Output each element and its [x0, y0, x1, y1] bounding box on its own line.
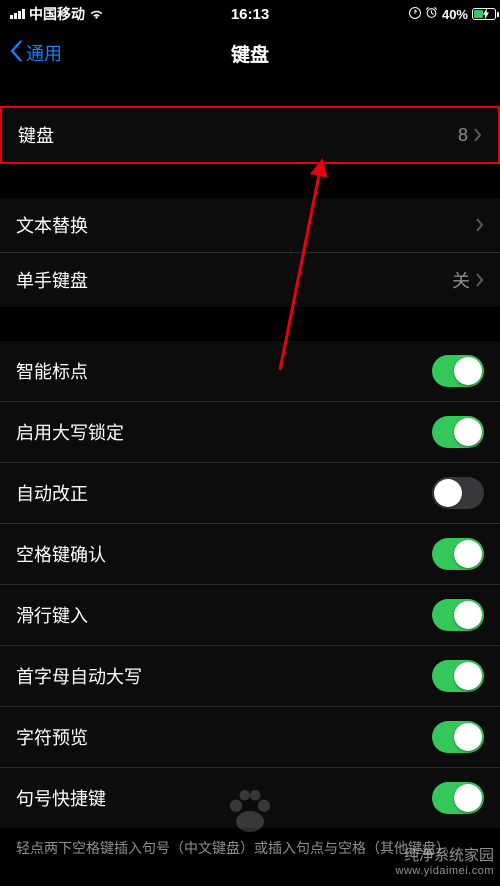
row-toggle: 智能标点 [0, 341, 500, 402]
watermark-line2: www.yidaimei.com [396, 865, 494, 878]
toggle-switch[interactable] [432, 416, 484, 448]
chevron-left-icon [10, 40, 24, 67]
wifi-icon [89, 8, 104, 20]
back-label: 通用 [26, 40, 62, 66]
row-toggle: 自动改正 [0, 463, 500, 524]
chevron-right-icon [474, 128, 482, 142]
cellular-signal-icon [10, 9, 25, 19]
toggle-switch[interactable] [432, 599, 484, 631]
toggle-switch[interactable] [432, 721, 484, 753]
chevron-right-icon [476, 218, 484, 232]
row-label: 空格键确认 [16, 541, 432, 567]
row-value: 关 [452, 267, 470, 293]
chevron-right-icon [476, 273, 484, 287]
group-text: 文本替换 单手键盘 关 [0, 198, 500, 307]
row-keyboards[interactable]: 键盘 8 [2, 108, 498, 162]
row-label: 自动改正 [16, 480, 432, 506]
row-one-handed-keyboard[interactable]: 单手键盘 关 [0, 253, 500, 307]
row-label: 单手键盘 [16, 267, 452, 293]
toggle-switch[interactable] [432, 660, 484, 692]
row-toggle: 字符预览 [0, 707, 500, 768]
row-label: 启用大写锁定 [16, 419, 432, 445]
row-label: 智能标点 [16, 358, 432, 384]
row-toggle: 首字母自动大写 [0, 646, 500, 707]
nav-bar: 通用 键盘 [0, 28, 500, 78]
row-label: 键盘 [18, 122, 458, 148]
group-toggles: 智能标点启用大写锁定自动改正空格键确认滑行键入首字母自动大写字符预览句号快捷键 [0, 341, 500, 828]
watermark-paw-icon [222, 783, 278, 844]
back-button[interactable]: 通用 [0, 40, 62, 67]
toggle-switch[interactable] [432, 538, 484, 570]
watermark-text: 纯净系统家园 www.yidaimei.com [396, 847, 494, 878]
row-label: 首字母自动大写 [16, 663, 432, 689]
notification-icon [409, 7, 421, 22]
row-value: 8 [458, 125, 468, 146]
carrier-label: 中国移动 [29, 4, 85, 24]
toggle-switch[interactable] [432, 782, 484, 814]
page-title: 键盘 [0, 40, 500, 67]
row-label: 字符预览 [16, 724, 432, 750]
battery-percent: 40% [442, 7, 468, 22]
row-label: 文本替换 [16, 212, 476, 238]
battery-icon [472, 8, 490, 20]
toggle-switch[interactable] [432, 477, 484, 509]
group-keyboards: 键盘 8 [0, 106, 500, 164]
row-toggle: 滑行键入 [0, 585, 500, 646]
toggle-switch[interactable] [432, 355, 484, 387]
status-bar: 中国移动 16:13 40% [0, 0, 500, 28]
alarm-icon [425, 6, 438, 22]
row-toggle: 空格键确认 [0, 524, 500, 585]
watermark-line1: 纯净系统家园 [396, 847, 494, 865]
row-label: 滑行键入 [16, 602, 432, 628]
row-text-replacement[interactable]: 文本替换 [0, 198, 500, 253]
row-toggle: 启用大写锁定 [0, 402, 500, 463]
